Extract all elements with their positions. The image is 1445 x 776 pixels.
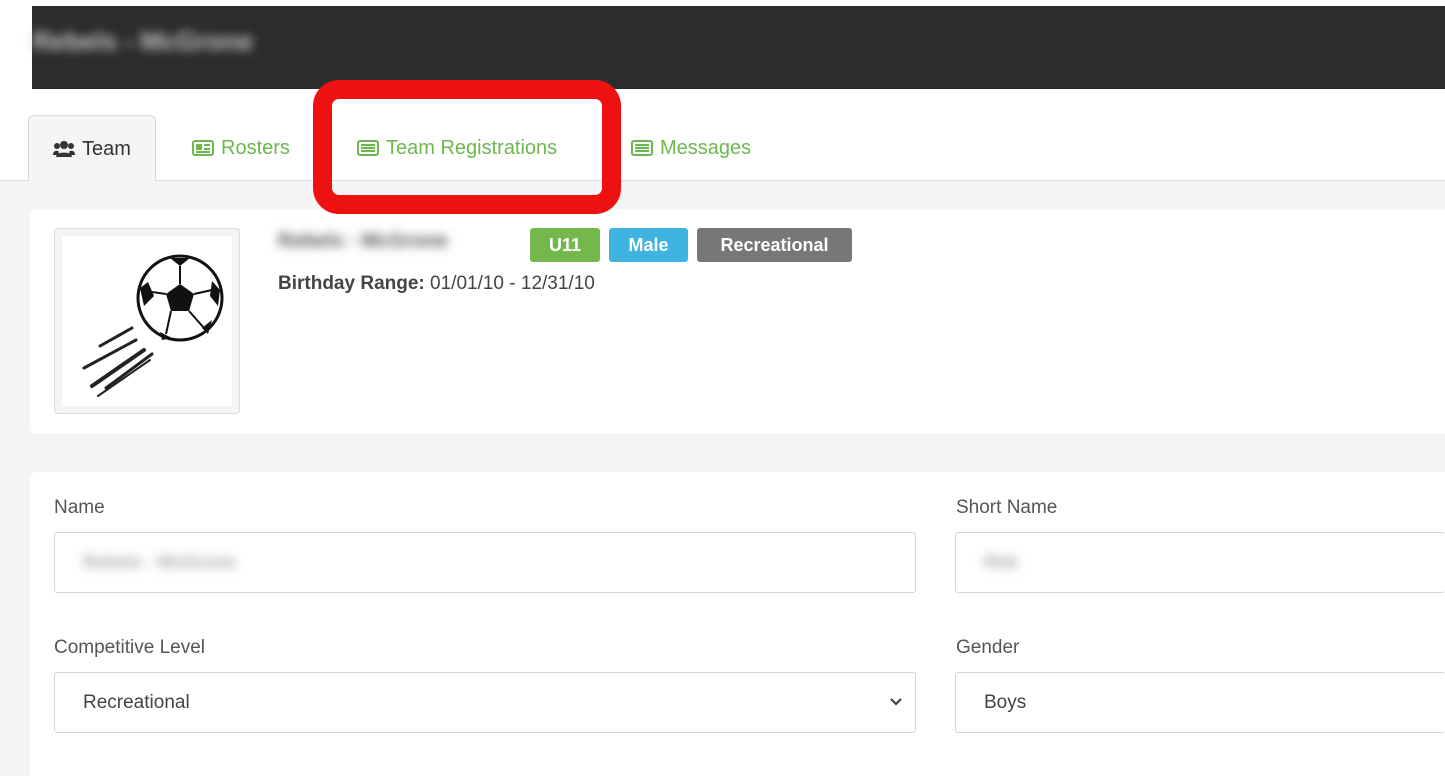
level-badge: Recreational <box>697 228 852 262</box>
highlight-box <box>313 80 621 214</box>
tab-messages[interactable]: Messages <box>631 115 751 181</box>
users-icon <box>53 141 75 157</box>
tab-rosters[interactable]: Rosters <box>192 115 290 181</box>
tab-team[interactable]: Team <box>28 115 156 182</box>
name-input[interactable]: Rebels - McGrone <box>54 532 916 593</box>
soccer-ball-icon <box>82 254 224 397</box>
top-bar: Rebels - McGrone <box>32 6 1445 89</box>
short-name-input[interactable]: Reb <box>955 532 1445 593</box>
team-name: Rebels - McGrone <box>278 230 449 252</box>
list-icon <box>631 140 653 156</box>
name-label: Name <box>54 497 105 518</box>
gender-badge: Male <box>609 228 688 262</box>
chevron-down-icon <box>890 698 902 706</box>
age-group-badge: U11 <box>530 228 600 262</box>
competitive-level-label: Competitive Level <box>54 637 206 658</box>
gender-select[interactable]: Boys <box>955 672 1445 733</box>
page-title: Rebels - McGrone <box>32 26 254 56</box>
id-card-icon <box>192 140 214 156</box>
team-logo <box>54 228 240 414</box>
short-name-label: Short Name <box>956 497 1058 518</box>
competitive-level-select[interactable]: Recreational <box>54 672 916 733</box>
birthday-range: Birthday Range: 01/01/10 - 12/31/10 <box>278 273 595 294</box>
gender-label: Gender <box>956 637 1020 658</box>
